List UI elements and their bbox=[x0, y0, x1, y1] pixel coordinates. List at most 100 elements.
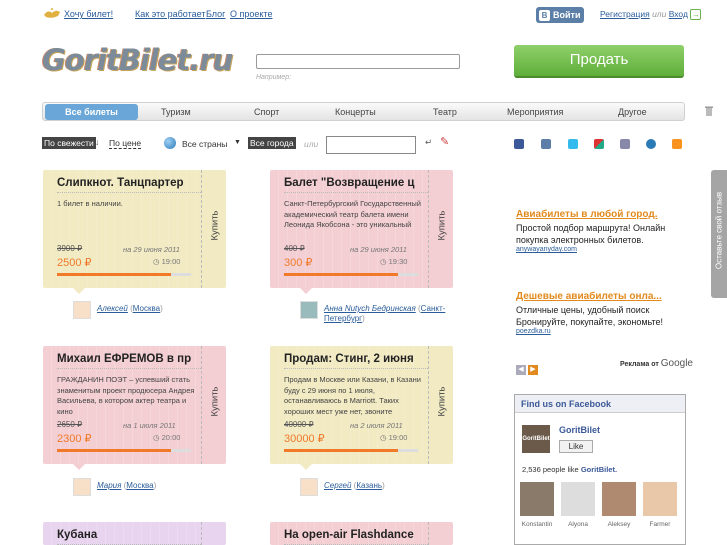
mailru-icon[interactable] bbox=[594, 139, 604, 149]
ticket-card[interactable]: Балет "Возвращение ц Санкт-Петербургский… bbox=[270, 170, 453, 294]
fan-avatar[interactable] bbox=[643, 482, 677, 516]
vk-login-button[interactable]: В Войти bbox=[536, 7, 584, 23]
facebook-page-name[interactable]: GoritBilet bbox=[559, 425, 600, 435]
ticket-new-price: 2300 ₽ bbox=[57, 433, 92, 445]
ad-url[interactable]: anywayanyday.com bbox=[516, 246, 686, 253]
nav-item-concerts[interactable]: Концерты bbox=[335, 107, 376, 117]
buy-button[interactable]: Купить bbox=[201, 170, 226, 288]
fan-avatar[interactable] bbox=[561, 482, 595, 516]
magic-lamp-icon bbox=[42, 7, 62, 19]
how-it-works-link[interactable]: Как это работает bbox=[135, 9, 205, 19]
feedback-tab[interactable]: Оставьте свой отзыв bbox=[711, 170, 727, 298]
vk-icon: В bbox=[539, 9, 550, 21]
fan-avatar[interactable] bbox=[520, 482, 554, 516]
login-link[interactable]: Вход bbox=[669, 9, 688, 19]
ad-block: Авиабилеты в любой город. Простой подбор… bbox=[516, 209, 686, 253]
ticket-card[interactable]: Слипкнот. Танцпартер 1 билет в наличии. … bbox=[43, 170, 226, 294]
avatar[interactable] bbox=[73, 478, 91, 496]
fan-name[interactable]: Konstantin bbox=[520, 521, 554, 528]
ad-url[interactable]: poezdka.ru bbox=[516, 328, 686, 335]
all-cities-button[interactable]: Все города bbox=[248, 137, 296, 149]
rss-icon[interactable] bbox=[672, 139, 682, 149]
seller-name[interactable]: Мария bbox=[97, 481, 121, 490]
or-text: или bbox=[304, 139, 319, 149]
buy-button[interactable]: Купить bbox=[428, 170, 453, 288]
seller-name[interactable]: Алексей bbox=[97, 304, 128, 313]
buy-button[interactable]: Купить bbox=[201, 346, 226, 464]
facebook-heading: Find us on Facebook bbox=[515, 395, 685, 413]
ticket-card[interactable]: Кубана bbox=[43, 522, 226, 545]
nav-item-all-tickets[interactable]: Все билеты bbox=[45, 104, 138, 120]
ticket-date: на 29 июня 2011 bbox=[350, 245, 407, 254]
buy-button[interactable] bbox=[428, 522, 453, 545]
avatar[interactable] bbox=[73, 301, 91, 319]
avatar[interactable] bbox=[300, 301, 318, 319]
ticket-card[interactable]: Михаил ЕФРЕМОВ в пр ГРАЖДАНИН ПОЭТ – усп… bbox=[43, 346, 226, 470]
seller-city[interactable]: Москва bbox=[126, 481, 153, 490]
blog-link[interactable]: Блог bbox=[206, 9, 225, 19]
trash-icon[interactable] bbox=[705, 106, 713, 116]
page-logo[interactable]: GoritBilet bbox=[522, 425, 550, 453]
ticket-card[interactable]: На open-air Flashdance bbox=[270, 522, 453, 545]
country-select[interactable]: Все страны bbox=[182, 139, 227, 149]
avatar[interactable] bbox=[300, 478, 318, 496]
ad-prev-icon[interactable]: ◀ bbox=[516, 365, 526, 375]
ads-by-google[interactable]: Реклама от Google bbox=[620, 358, 693, 369]
sell-button[interactable]: Продать bbox=[514, 45, 684, 76]
ticket-title[interactable]: Михаил ЕФРЕМОВ в пр bbox=[57, 353, 201, 369]
ad-heading[interactable]: Авиабилеты в любой город. bbox=[516, 209, 686, 220]
buy-button[interactable] bbox=[201, 522, 226, 545]
seller-info: Мария (Москва) bbox=[73, 478, 243, 500]
fan-name[interactable]: Aleksey bbox=[602, 521, 636, 528]
vkontakte-icon[interactable] bbox=[541, 139, 551, 149]
buy-label: Купить bbox=[436, 210, 448, 241]
seller-name[interactable]: Сергей bbox=[324, 481, 351, 490]
email-icon[interactable] bbox=[646, 139, 656, 149]
ticket-title[interactable]: Продам: Стинг, 2 июня bbox=[284, 353, 428, 369]
nav-item-sport[interactable]: Спорт bbox=[254, 107, 279, 117]
nav-item-tourism[interactable]: Туризм bbox=[161, 107, 191, 117]
ad-next-icon[interactable]: ▶ bbox=[528, 365, 538, 375]
ticket-title[interactable]: На open-air Flashdance bbox=[284, 529, 428, 545]
register-link[interactable]: Регистрация bbox=[600, 9, 650, 19]
ad-pager: ◀ ▶ bbox=[516, 358, 546, 375]
ad-heading[interactable]: Дешевые авиабилеты онла... bbox=[516, 291, 686, 302]
card-notch bbox=[73, 464, 85, 470]
nav-item-events[interactable]: Мероприятия bbox=[507, 107, 563, 117]
facebook-icon[interactable] bbox=[514, 139, 524, 149]
fan-name[interactable]: Farmer bbox=[643, 521, 677, 528]
nav-item-other[interactable]: Другое bbox=[618, 107, 647, 117]
page: Хочу билет! Как это работает Блог О прое… bbox=[0, 0, 727, 545]
livejournal-icon[interactable] bbox=[620, 139, 630, 149]
search-input[interactable] bbox=[256, 54, 460, 69]
ticket-new-price: 300 ₽ bbox=[284, 257, 313, 269]
buy-button[interactable]: Купить bbox=[428, 346, 453, 464]
fan-name[interactable]: Alyona bbox=[561, 521, 595, 528]
city-input[interactable] bbox=[326, 136, 416, 154]
twitter-icon[interactable] bbox=[568, 139, 578, 149]
login-arrow-icon[interactable]: → bbox=[690, 9, 702, 21]
seller-info: Анна Nutych Бедринская (Санкт-Петербург) bbox=[300, 301, 460, 323]
ticket-title[interactable]: Балет "Возвращение ц bbox=[284, 177, 428, 193]
fan-avatar[interactable] bbox=[602, 482, 636, 516]
site-logo[interactable]: GoritBilet.ru bbox=[42, 43, 233, 77]
ticket-card[interactable]: Продам: Стинг, 2 июня Продам в Москве ил… bbox=[270, 346, 453, 470]
sort-by-price[interactable]: По цене bbox=[109, 138, 142, 149]
enter-icon[interactable]: ↵ bbox=[425, 137, 432, 148]
chevron-down-icon[interactable]: ▼ bbox=[234, 139, 241, 146]
seller-name[interactable]: Анна Nutych Бедринская bbox=[324, 304, 416, 313]
seller-city[interactable]: Москва bbox=[133, 304, 160, 313]
about-link[interactable]: О проекте bbox=[230, 9, 272, 19]
sort-arrow-icon[interactable]: ↓ bbox=[95, 137, 99, 147]
want-ticket-link[interactable]: Хочу билет! bbox=[64, 9, 113, 19]
clock-icon: ◷ bbox=[153, 257, 162, 266]
like-button[interactable]: Like bbox=[559, 440, 593, 453]
pencil-icon[interactable]: ✎ bbox=[440, 135, 449, 148]
ticket-title[interactable]: Слипкнот. Танцпартер bbox=[57, 177, 201, 193]
nav-item-theatre[interactable]: Театр bbox=[433, 107, 457, 117]
sort-by-freshness[interactable]: По свежести bbox=[42, 137, 96, 149]
clock-icon: ◷ bbox=[153, 433, 162, 442]
globe-icon bbox=[164, 137, 176, 149]
ticket-title[interactable]: Кубана bbox=[57, 529, 201, 545]
seller-city[interactable]: Казань bbox=[356, 481, 382, 490]
